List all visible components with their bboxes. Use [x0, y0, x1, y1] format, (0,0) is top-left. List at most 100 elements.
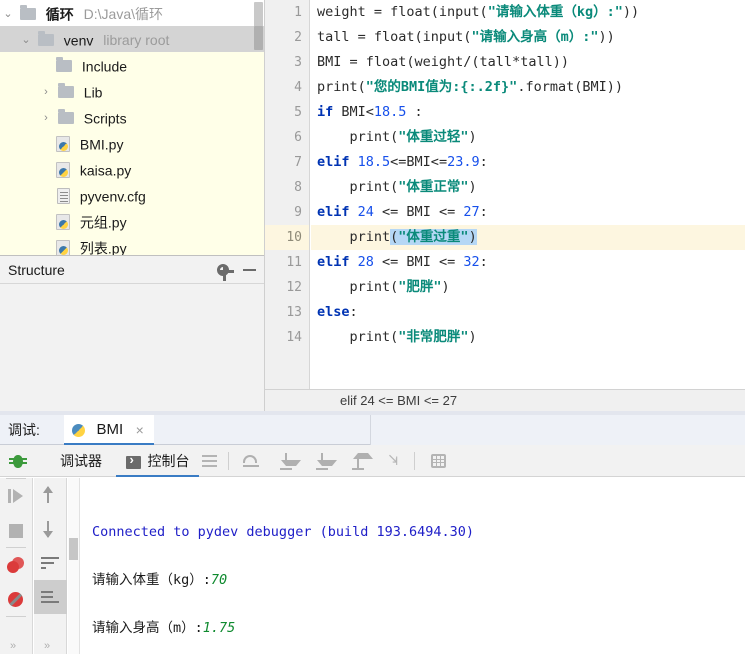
hamburger-icon[interactable] — [196, 445, 224, 477]
tree-row-yuanzu-py[interactable]: 元组.py — [0, 208, 264, 234]
code-line-12[interactable]: print("肥胖") — [311, 275, 745, 300]
resume-program-button[interactable] — [0, 479, 33, 513]
tab-label: BMI — [96, 421, 124, 438]
step-over-icon[interactable] — [272, 445, 301, 477]
tree-row-pyvenv-cfg[interactable]: pyvenv.cfg — [0, 182, 264, 208]
debug-tool-window: 调试: BMI × 调试器 控制台 — [0, 415, 745, 654]
code-line-4[interactable]: print("您的BMI值为:{:.2f}".format(BMI)) — [311, 75, 745, 100]
up-the-stack-button[interactable] — [34, 478, 67, 512]
project-tree[interactable]: ⌄ 循环 D:\Java\循环 ⌄ venv library root Incl… — [0, 0, 264, 255]
structure-panel: Structure — [0, 255, 264, 411]
run-to-cursor-icon[interactable] — [380, 445, 408, 477]
step-out-icon[interactable] — [344, 445, 373, 477]
line-number: 3 — [294, 55, 302, 70]
debug-toolbar: 调试器 控制台 — [0, 445, 745, 477]
breadcrumb[interactable]: elif 24 <= BMI <= 27 — [264, 389, 745, 411]
tree-row-venv[interactable]: ⌄ venv library root — [0, 26, 264, 52]
tab-bar-empty-area — [370, 415, 745, 445]
code-line-7[interactable]: elif 18.5<=BMI<=23.9: — [311, 150, 745, 175]
overflow-chevron-icon[interactable]: » — [10, 640, 16, 652]
down-the-stack-button[interactable] — [34, 512, 67, 546]
code-line-5[interactable]: if BMI<18.5 : — [311, 100, 745, 125]
code-text-area[interactable]: weight = float(input("请输入体重（kg）:")) tall… — [311, 0, 745, 389]
python-file-icon — [56, 136, 70, 153]
line-number: 6 — [294, 130, 302, 145]
code-line-2[interactable]: tall = float(input("请输入身高（m）:")) — [311, 25, 745, 50]
tree-item-label: Lib — [83, 84, 103, 101]
line-number: 12 — [286, 280, 302, 295]
tab-bmi[interactable]: BMI × — [64, 415, 154, 445]
scrollbar-thumb-inner[interactable] — [254, 26, 263, 50]
prompt-text: 请输入身高（m）: — [92, 620, 203, 636]
code-editor[interactable]: 1 2 3 4 5 6 7 8 9 10 11 12 13 14 weight … — [264, 0, 745, 389]
step-into-icon[interactable] — [308, 445, 337, 477]
gear-icon[interactable] — [212, 256, 234, 284]
tree-row-liebiao-py[interactable]: 列表.py — [0, 234, 264, 255]
tree-row-project-root[interactable]: ⌄ 循环 D:\Java\循环 — [0, 0, 264, 26]
line-number: 1 — [294, 5, 302, 20]
chevron-right-icon[interactable]: › — [38, 79, 54, 105]
tab-debugger[interactable]: 调试器 — [50, 445, 112, 477]
prompt-text: 请输入体重（kg）: — [92, 572, 211, 588]
overflow-chevron-icon[interactable]: » — [44, 640, 50, 652]
stop-program-button[interactable] — [0, 513, 33, 547]
code-line-9[interactable]: elif 24 <= BMI <= 27: — [311, 200, 745, 225]
code-line-14[interactable]: print("非常肥胖") — [311, 325, 745, 350]
folder-icon — [37, 31, 54, 47]
debug-window-label: 调试: — [8, 422, 40, 438]
code-line-1[interactable]: weight = float(input("请输入体重（kg）:")) — [311, 0, 745, 25]
chevron-right-icon[interactable]: › — [38, 105, 54, 131]
code-line-8[interactable]: print("体重正常") — [311, 175, 745, 200]
line-number: 7 — [294, 155, 302, 170]
scroll-to-end-button[interactable] — [34, 580, 67, 614]
tree-item-label: 循环 — [45, 6, 74, 23]
tree-scrollbar[interactable] — [253, 0, 264, 255]
tree-item-label: BMI.py — [79, 136, 124, 153]
minimize-icon[interactable] — [238, 256, 260, 284]
soft-wrap-button[interactable] — [34, 546, 67, 580]
tree-row-scripts[interactable]: › Scripts — [0, 104, 264, 130]
line-number: 8 — [294, 180, 302, 195]
line-number: 14 — [286, 330, 302, 345]
folder-icon — [57, 83, 74, 99]
structure-title: Structure — [8, 262, 65, 278]
code-line-10-current[interactable]: print("体重过重") — [311, 225, 745, 250]
tab-console[interactable]: 控制台 — [116, 445, 200, 477]
tree-row-include[interactable]: Include — [0, 52, 264, 78]
evaluate-expression-icon[interactable] — [424, 445, 452, 477]
console-line-height-prompt: 请输入身高（m）:1.75 — [92, 616, 745, 640]
code-line-6[interactable]: print("体重过轻") — [311, 125, 745, 150]
mute-breakpoints-button[interactable] — [0, 582, 33, 616]
tree-item-label: Scripts — [83, 110, 127, 127]
console-gutter[interactable] — [68, 478, 80, 654]
tree-row-lib[interactable]: › Lib — [0, 78, 264, 104]
debug-console[interactable]: Connected to pydev debugger (build 193.6… — [68, 478, 745, 654]
tree-item-label: Include — [81, 58, 128, 75]
structure-body — [0, 284, 264, 411]
tree-item-tag: library root — [103, 32, 170, 49]
chevron-down-icon[interactable]: ⌄ — [18, 27, 34, 53]
tree-row-kaisa-py[interactable]: kaisa.py — [0, 156, 264, 182]
console-output: Connected to pydev debugger (build 193.6… — [92, 496, 745, 654]
tree-item-label: pyvenv.cfg — [79, 188, 146, 205]
debug-action-rail-left: » — [0, 478, 33, 654]
line-number: 4 — [294, 80, 302, 95]
step-out-arc-icon[interactable] — [236, 445, 264, 477]
code-line-13[interactable]: else: — [311, 300, 745, 325]
tree-row-bmi-py[interactable]: BMI.py — [0, 130, 264, 156]
user-input-value: 70 — [210, 572, 228, 588]
code-line-3[interactable]: BMI = float(weight/(tall*tall)) — [311, 50, 745, 75]
tab-console-label: 控制台 — [147, 453, 190, 469]
folder-icon — [19, 5, 36, 21]
structure-header: Structure — [0, 256, 264, 284]
close-icon[interactable]: × — [136, 422, 144, 438]
view-breakpoints-button[interactable] — [0, 548, 33, 582]
console-scrollbar-thumb[interactable] — [69, 538, 78, 560]
folder-icon — [56, 57, 72, 73]
line-number-gutter[interactable]: 1 2 3 4 5 6 7 8 9 10 11 12 13 14 — [265, 0, 310, 389]
chevron-down-icon[interactable]: ⌄ — [0, 1, 16, 27]
code-line-11[interactable]: elif 28 <= BMI <= 32: — [311, 250, 745, 275]
debug-action-rail-right: » — [34, 478, 67, 654]
tree-item-label: venv — [63, 32, 94, 49]
line-number: 5 — [294, 105, 302, 120]
